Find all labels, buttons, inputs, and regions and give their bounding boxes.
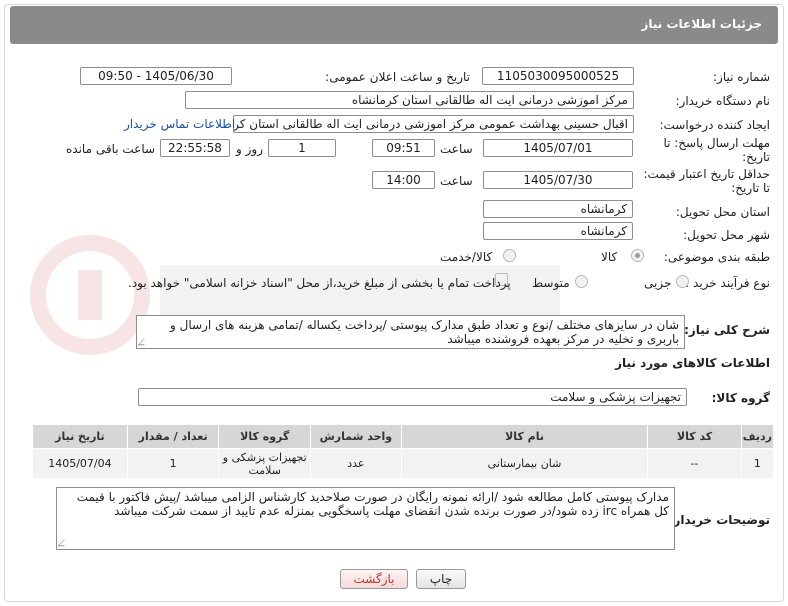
- buyer-label: نام دستگاه خریدار:: [675, 94, 771, 108]
- col-item-code: کد کالا: [647, 424, 742, 449]
- cell-group: تجهیزات پزشکی و سلامت: [218, 448, 312, 479]
- page-header: جزئیات اطلاعات نیاز: [10, 6, 778, 44]
- category-goods-radio[interactable]: [631, 249, 644, 262]
- cell-item-code: --: [647, 448, 742, 479]
- announce-value: 1405/06/30 - 09:50: [80, 67, 232, 85]
- deadline-time-label: ساعت: [440, 142, 473, 156]
- print-button[interactable]: چاپ: [416, 569, 466, 589]
- category-goods-service-radio[interactable]: [503, 249, 516, 262]
- buyer-value: مرکز اموزشی درمانی ایت اله طالقانی استان…: [185, 91, 634, 109]
- description-textarea[interactable]: شان در سایزهای مختلف /نوع و تعداد طبق مد…: [136, 315, 685, 349]
- price-validity-date: 1405/07/30: [483, 171, 633, 189]
- category-goods-label: کالا: [601, 250, 618, 264]
- description-label: شرح کلی نیاز:: [684, 323, 770, 337]
- price-validity-label-line2: تا تاریخ:: [731, 181, 770, 195]
- goods-table: ردیف کد کالا نام کالا واحد شمارش گروه کا…: [32, 424, 775, 479]
- category-goods-service-label: کالا/خدمت: [440, 250, 493, 264]
- table-header-row: ردیف کد کالا نام کالا واحد شمارش گروه کا…: [32, 424, 775, 449]
- buyer-notes-label: توضیحات خریدار:: [668, 513, 770, 527]
- goods-group-label: گروه کالا:: [711, 391, 770, 405]
- price-validity-label-line1: حداقل تاریخ اعتبار قیمت:: [643, 167, 770, 181]
- province-label: استان محل تحویل:: [675, 205, 770, 219]
- col-group: گروه کالا: [218, 424, 312, 449]
- buyer-notes-text: مدارک پیوستی کامل مطالعه شود /ارائه نمون…: [76, 490, 669, 518]
- treasury-payment-note: پرداخت تمام یا بخشی از مبلغ خرید،از محل …: [128, 276, 511, 290]
- need-number-label: شماره نیاز:: [713, 70, 770, 84]
- cell-item-name: شان بیمارستانی: [400, 448, 649, 479]
- process-medium-radio[interactable]: [575, 275, 588, 288]
- deadline-time: 09:51: [372, 139, 435, 157]
- resize-handle-icon[interactable]: [57, 539, 71, 547]
- cell-row-number: 1: [740, 448, 775, 479]
- city-label: شهر محل تحویل:: [683, 228, 770, 242]
- col-item-name: نام کالا: [400, 424, 649, 449]
- goods-group-value: تجهیزات پزشکی و سلامت: [138, 388, 687, 406]
- deadline-remaining-label: ساعت باقی مانده: [66, 142, 156, 156]
- page-title: جزئیات اطلاعات نیاز: [641, 17, 762, 31]
- back-button[interactable]: بازگشت: [340, 569, 408, 589]
- price-validity-time-label: ساعت: [440, 174, 473, 188]
- need-number-value: 1105030095000525: [482, 67, 634, 85]
- process-label: نوع فرآیند خرید :: [685, 276, 770, 290]
- requester-label: ایجاد کننده درخواست:: [659, 118, 770, 132]
- province-value: کرمانشاه: [483, 200, 633, 218]
- col-row-number: ردیف: [740, 424, 775, 449]
- announce-label: تاریخ و ساعت اعلان عمومی:: [325, 70, 470, 84]
- deadline-label-line1: مهلت ارسال پاسخ: تا: [663, 136, 770, 150]
- process-minor-label: جزیی: [644, 276, 672, 290]
- description-text: شان در سایزهای مختلف /نوع و تعداد طبق مد…: [170, 318, 679, 346]
- process-medium-label: متوسط: [532, 276, 570, 290]
- cell-unit: عدد: [310, 448, 402, 479]
- resize-handle-icon[interactable]: [137, 338, 151, 346]
- deadline-label-line2: تاریخ:: [742, 150, 770, 164]
- city-value: کرمانشاه: [483, 222, 633, 240]
- table-row[interactable]: 1 -- شان بیمارستانی عدد تجهیزات پزشکی و …: [32, 448, 775, 479]
- process-minor-radio[interactable]: [676, 275, 689, 288]
- buyer-notes-textarea[interactable]: مدارک پیوستی کامل مطالعه شود /ارائه نمون…: [56, 487, 675, 550]
- deadline-date: 1405/07/01: [483, 139, 633, 157]
- buyer-contact-link[interactable]: اطلاعات تماس خریدار: [124, 117, 235, 131]
- requester-value: اقبال حسینی بهداشت عمومی مرکز اموزشی درم…: [233, 115, 634, 133]
- cell-quantity: 1: [126, 448, 220, 479]
- deadline-days-label: روز و: [236, 142, 263, 156]
- col-quantity: تعداد / مقدار: [126, 424, 220, 449]
- category-label: طبقه بندی موضوعی:: [663, 250, 770, 264]
- cell-need-date: 1405/07/04: [32, 448, 128, 479]
- deadline-remaining: 22:55:58: [160, 139, 230, 157]
- goods-section-title: اطلاعات کالاهای مورد نیاز: [615, 356, 770, 370]
- deadline-days: 1: [268, 139, 336, 157]
- col-unit: واحد شمارش: [310, 424, 402, 449]
- price-validity-time: 14:00: [372, 171, 435, 189]
- col-need-date: تاریخ نیاز: [32, 424, 128, 449]
